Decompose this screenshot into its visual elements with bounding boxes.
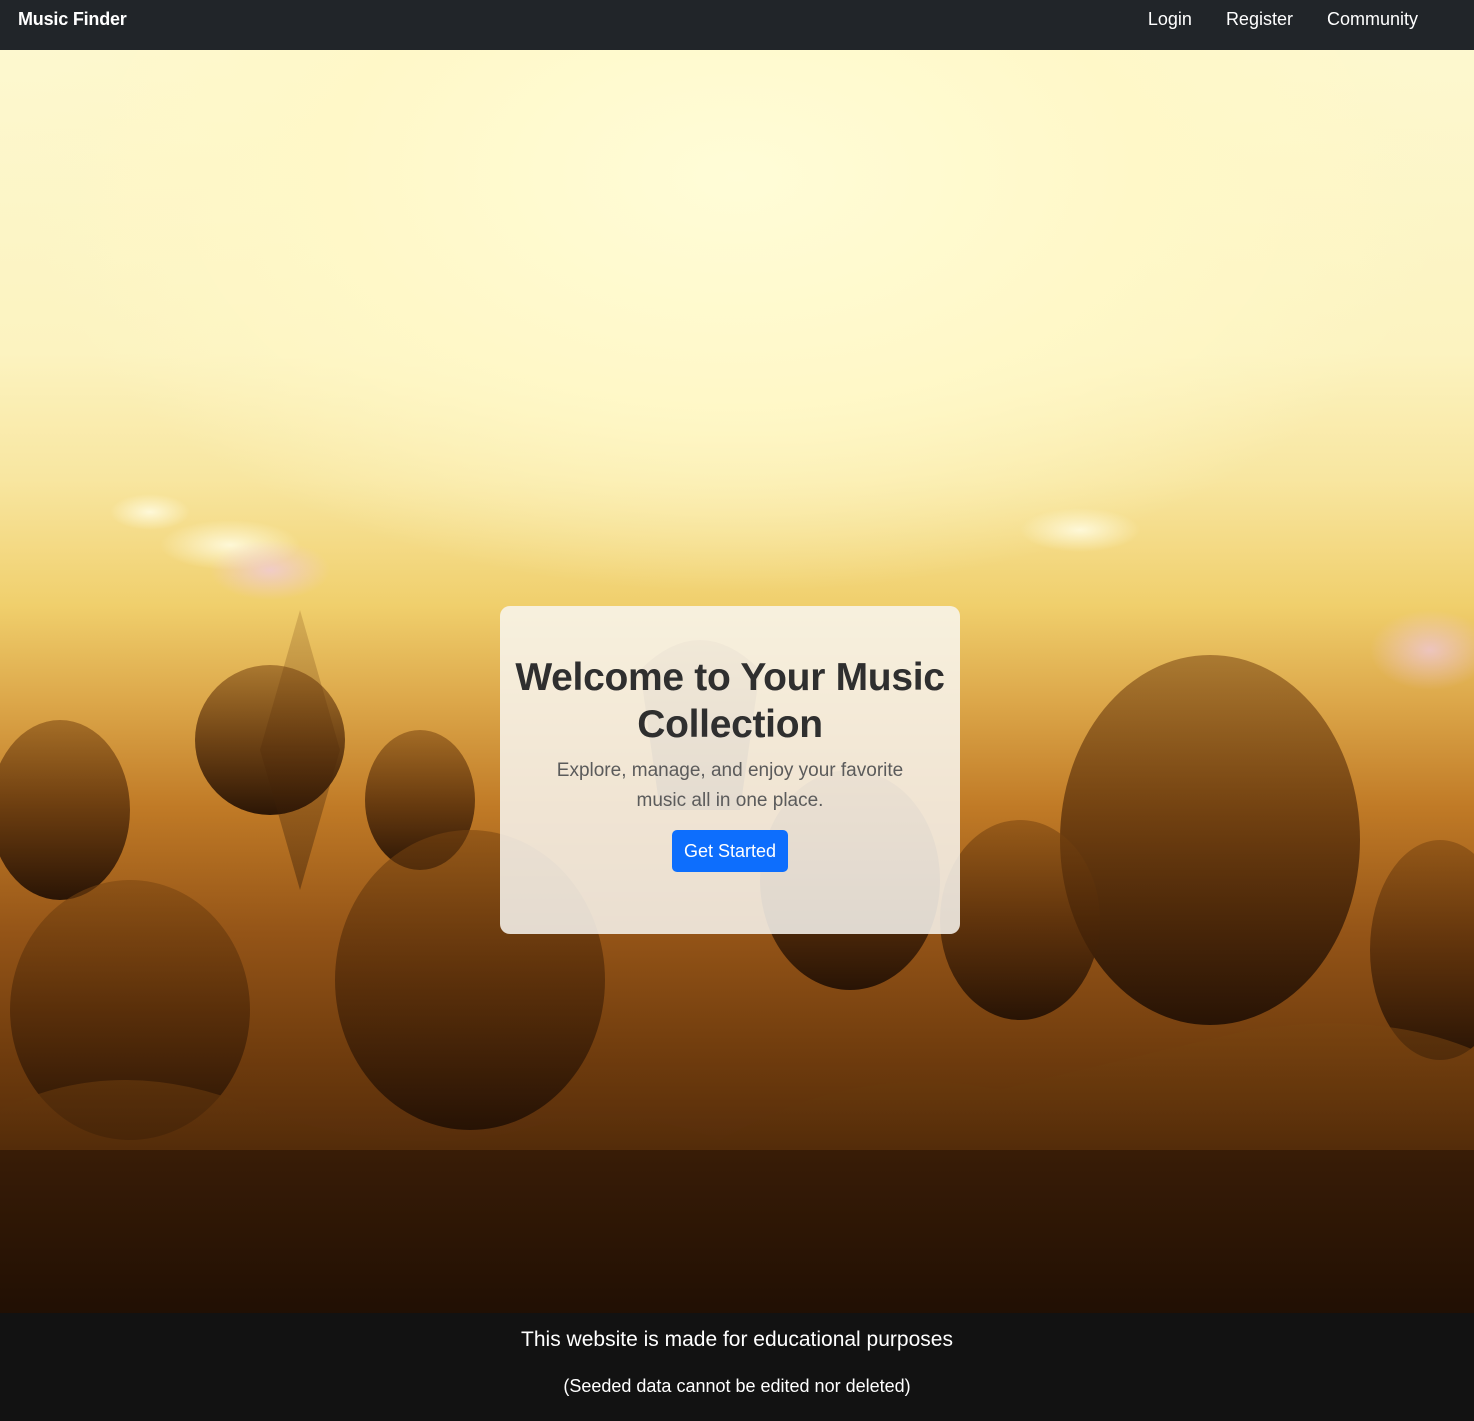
get-started-button[interactable]: Get Started [672, 830, 788, 872]
welcome-title: Welcome to Your Music Collection [515, 656, 945, 746]
welcome-subtitle: Explore, manage, and enjoy your favorite… [556, 760, 904, 811]
nav-register-link[interactable]: Register [1226, 9, 1293, 30]
nav-login-link[interactable]: Login [1148, 9, 1192, 30]
footer: This website is made for educational pur… [0, 1313, 1474, 1421]
footer-seeded-data-note: (Seeded data cannot be edited nor delete… [563, 1376, 911, 1396]
footer-educational-note: This website is made for educational pur… [521, 1328, 953, 1351]
nav-links: Login Register Community [1114, 9, 1418, 30]
nav-community-link[interactable]: Community [1327, 9, 1418, 30]
hero-background: Welcome to Your Music Collection Explore… [0, 50, 1474, 1313]
welcome-card: Welcome to Your Music Collection Explore… [500, 606, 960, 934]
page: Music Finder Login Register Community We… [0, 0, 1474, 1421]
brand-link[interactable]: Music Finder [18, 9, 127, 30]
navbar: Music Finder Login Register Community [0, 0, 1474, 50]
